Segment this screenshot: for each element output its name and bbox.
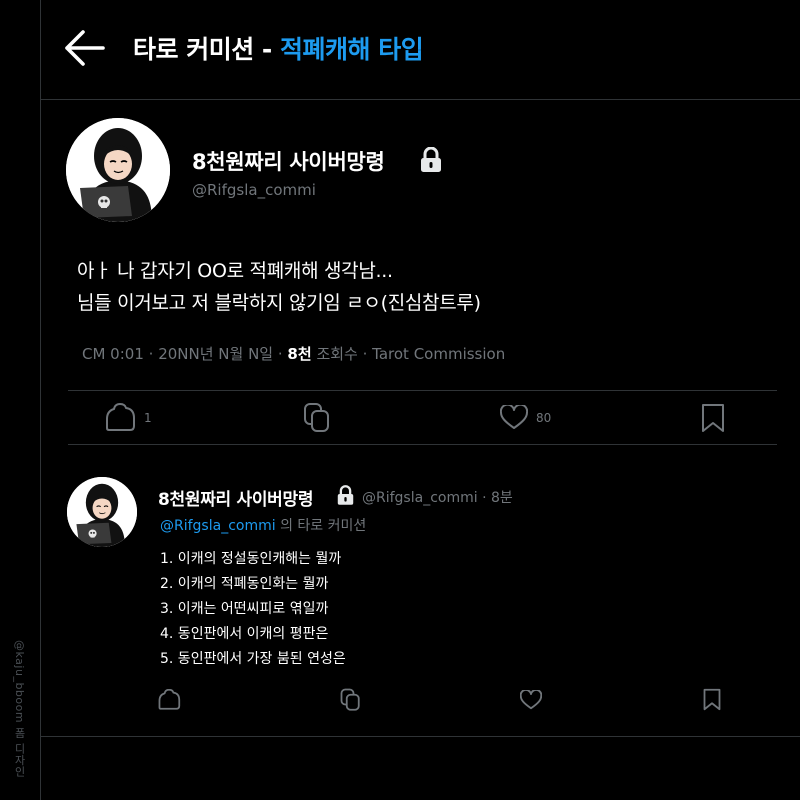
retweet-button[interactable] xyxy=(340,688,361,712)
reply-bubble-icon xyxy=(158,689,181,710)
reply-avatar[interactable] xyxy=(67,477,137,547)
list-item: 2. 이캐의 적폐동인화는 뭘까 xyxy=(160,576,329,592)
divider xyxy=(68,444,777,445)
page-title: 타로 커미션 - 적폐캐해 타입 xyxy=(133,30,424,66)
post-date: 20NN년 N월 N일 xyxy=(158,345,274,363)
list-item: 4. 동인판에서 이캐의 평판은 xyxy=(160,626,329,642)
post-line: 아ㅏ 나 갑자기 OO로 적폐캐해 생각남... xyxy=(77,260,393,282)
divider xyxy=(41,736,800,737)
bookmark-icon xyxy=(703,688,721,711)
header-bar: 타로 커미션 - 적폐캐해 타입 xyxy=(41,0,800,100)
reply-count: 1 xyxy=(144,411,152,425)
replying-to: @Rifgsla_commi 의 타로 커미션 xyxy=(160,515,366,535)
bookmark-icon xyxy=(702,404,724,432)
bookmark-button[interactable] xyxy=(703,688,721,711)
watermark: @kaju_bboom 폼 디자인 xyxy=(13,640,26,778)
arrow-left-icon xyxy=(65,30,105,66)
like-count: 80 xyxy=(536,410,552,425)
list-item: 1. 이캐의 정설동인캐해는 뭘까 xyxy=(160,551,342,567)
reply-list: 1. 이캐의 정설동인캐해는 뭘까 2. 이캐의 적폐동인화는 뭘까 3. 이캐… xyxy=(160,547,346,672)
copy-icon xyxy=(304,403,329,432)
hooded-hacker-avatar-icon xyxy=(66,118,170,222)
reply-button[interactable] xyxy=(157,689,181,711)
reply-display-name[interactable]: 8천원짜리 사이버망령 xyxy=(158,485,314,510)
post-line: 님들 이거보고 저 블락하지 않기임 ㄹㅇ(진심참트루) xyxy=(77,292,481,314)
lock-icon xyxy=(337,485,354,505)
view-count-label: 조회수 xyxy=(316,345,358,363)
user-handle[interactable]: @Rifgsla_commi xyxy=(192,181,316,199)
display-name[interactable]: 8천원짜리 사이버망령 xyxy=(192,146,385,176)
like-button[interactable] xyxy=(520,690,542,710)
reply-handle-time: @Rifgsla_commi · 8분 xyxy=(362,490,513,506)
page-title-accent: 적폐캐해 타입 xyxy=(280,35,424,64)
post-time: CM 0:01 xyxy=(82,345,144,363)
post-body: 아ㅏ 나 갑자기 OO로 적폐캐해 생각남... 님들 이거보고 저 블락하지 … xyxy=(77,255,481,319)
reply-bubble-icon xyxy=(106,403,135,431)
view-count: 8천 xyxy=(287,345,312,363)
like-button[interactable]: 80 xyxy=(500,405,551,430)
back-button[interactable] xyxy=(61,28,107,68)
reply-handle[interactable]: @Rifgsla_commi xyxy=(362,490,478,506)
retweet-button[interactable] xyxy=(303,402,331,434)
list-item: 3. 이캐는 어떤씨피로 엮일까 xyxy=(160,601,329,617)
copy-icon xyxy=(340,688,360,711)
mention-link[interactable]: @Rifgsla_commi xyxy=(160,518,276,534)
post-meta: CM 0:01 · 20NN년 N월 N일 · 8천 조회수 · Tarot C… xyxy=(82,345,506,363)
replying-to-suffix: 의 타로 커미션 xyxy=(275,518,367,534)
list-item: 5. 동인판에서 가장 붐된 연성은 xyxy=(160,651,346,667)
post-source[interactable]: Tarot Commission xyxy=(372,345,505,363)
heart-icon xyxy=(500,405,528,429)
reply-button[interactable]: 1 xyxy=(104,403,152,433)
bookmark-button[interactable] xyxy=(701,403,725,433)
heart-icon xyxy=(520,690,542,710)
reply-time[interactable]: 8분 xyxy=(491,490,513,506)
lock-icon xyxy=(421,147,441,172)
divider xyxy=(68,390,777,391)
page-title-main: 타로 커미션 - xyxy=(133,35,280,64)
avatar[interactable] xyxy=(66,118,170,222)
hooded-hacker-avatar-icon xyxy=(67,477,137,547)
